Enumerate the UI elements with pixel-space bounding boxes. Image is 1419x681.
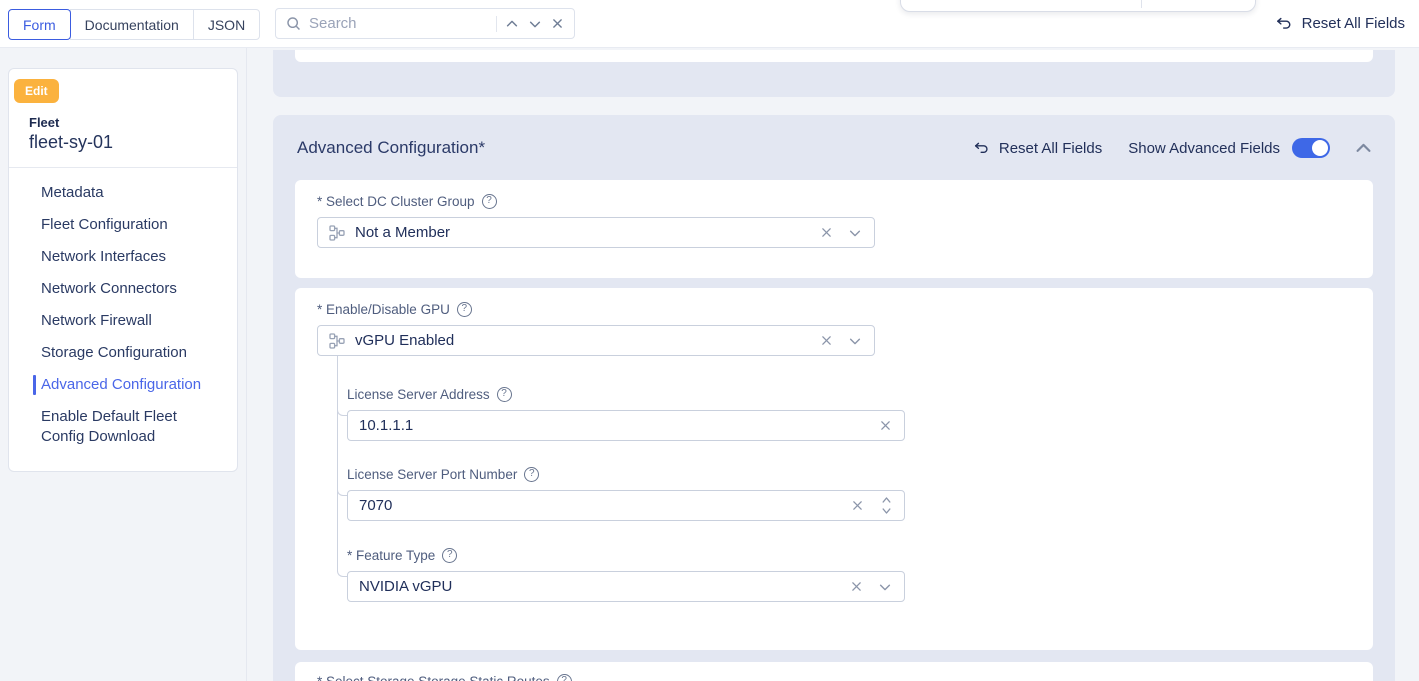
gpu-label: * Enable/Disable GPU ?	[317, 302, 472, 317]
previous-card-remnant	[295, 50, 1373, 62]
chevron-down-icon[interactable]	[877, 579, 893, 595]
clear-icon[interactable]	[849, 579, 864, 594]
chevron-down-icon[interactable]	[847, 225, 863, 241]
help-icon[interactable]: ?	[457, 302, 472, 317]
section-header-controls: Reset All Fields Show Advanced Fields	[972, 138, 1373, 158]
section-title: Advanced Configuration*	[297, 138, 485, 158]
section-nav: Metadata Fleet Configuration Network Int…	[9, 177, 237, 453]
section-reset-all-fields-button[interactable]: Reset All Fields	[972, 139, 1102, 157]
truncated-popover	[900, 0, 1256, 12]
gpu-card: * Enable/Disable GPU ? vGPU Enabled	[295, 288, 1373, 650]
sidebar-item-network-interfaces[interactable]: Network Interfaces	[9, 241, 237, 273]
help-icon[interactable]: ?	[524, 467, 539, 482]
sidebar-item-fleet-configuration[interactable]: Fleet Configuration	[9, 209, 237, 241]
sidebar-main-divider	[246, 48, 247, 681]
search-box[interactable]	[275, 8, 575, 39]
section-header: Advanced Configuration* Reset All Fields…	[297, 115, 1373, 181]
dc-cluster-group-label: * Select DC Cluster Group ?	[317, 194, 497, 209]
dc-cluster-group-select[interactable]: Not a Member	[317, 217, 875, 248]
previous-section-remnant	[273, 50, 1395, 97]
stepper-down-icon[interactable]	[880, 506, 893, 516]
view-mode-tabs: Form Documentation JSON	[8, 9, 260, 40]
tree-guide-line	[337, 356, 338, 565]
edit-mode-badge: Edit	[14, 79, 59, 103]
help-icon[interactable]: ?	[497, 387, 512, 402]
feature-type-value: NVIDIA vGPU	[359, 578, 839, 595]
tree-elbow	[337, 484, 347, 496]
tree-elbow	[337, 565, 347, 577]
number-stepper	[880, 495, 893, 516]
help-icon[interactable]: ?	[442, 548, 457, 563]
sidebar-item-storage-configuration[interactable]: Storage Configuration	[9, 337, 237, 369]
gpu-value: vGPU Enabled	[355, 332, 809, 349]
search-divider	[496, 16, 497, 32]
clear-icon[interactable]	[819, 333, 834, 348]
tab-json[interactable]: JSON	[193, 9, 260, 40]
chevron-down-icon[interactable]	[847, 333, 863, 349]
sidebar-divider	[9, 167, 237, 168]
close-icon	[551, 17, 564, 30]
advanced-configuration-section: Advanced Configuration* Reset All Fields…	[273, 115, 1395, 681]
reset-all-fields-button[interactable]: Reset All Fields	[1274, 0, 1405, 47]
cluster-icon	[329, 333, 345, 349]
storage-static-routes-card: * Select Storage Storage Static Routes ?	[295, 662, 1373, 681]
license-server-port-input[interactable]	[359, 497, 840, 514]
license-server-port-label: License Server Port Number ?	[347, 467, 539, 482]
sidebar-item-network-firewall[interactable]: Network Firewall	[9, 305, 237, 337]
section-collapse-button[interactable]	[1354, 139, 1373, 158]
stepper-up-icon[interactable]	[880, 495, 893, 505]
sidebar-item-advanced-configuration[interactable]: Advanced Configuration	[9, 369, 237, 401]
storage-static-routes-label: * Select Storage Storage Static Routes ?	[317, 674, 572, 681]
search-next-button[interactable]	[527, 16, 543, 32]
sidebar-item-metadata[interactable]: Metadata	[9, 177, 237, 209]
clear-icon[interactable]	[819, 225, 834, 240]
help-icon[interactable]: ?	[482, 194, 497, 209]
tree-elbow	[337, 404, 347, 416]
tab-documentation[interactable]: Documentation	[70, 9, 194, 40]
entity-type-label: Fleet	[29, 115, 59, 130]
license-server-address-field	[347, 410, 905, 441]
show-advanced-fields-toggle[interactable]	[1292, 138, 1330, 158]
feature-type-select[interactable]: NVIDIA vGPU	[347, 571, 905, 602]
license-server-address-input[interactable]	[359, 417, 868, 434]
gpu-select[interactable]: vGPU Enabled	[317, 325, 875, 356]
license-server-address-label: License Server Address ?	[347, 387, 512, 402]
undo-icon	[1274, 14, 1293, 33]
reset-all-fields-label: Reset All Fields	[1302, 15, 1405, 32]
clear-icon[interactable]	[850, 498, 865, 513]
chevron-up-icon	[1354, 139, 1373, 158]
chevron-down-icon	[528, 17, 542, 31]
search-prev-button[interactable]	[504, 16, 520, 32]
app: Form Documentation JSON	[0, 0, 1419, 681]
search-icon	[285, 15, 302, 32]
search-clear-button[interactable]	[550, 16, 565, 31]
feature-type-label: * Feature Type ?	[347, 548, 457, 563]
required-suffix: *	[478, 138, 485, 157]
undo-icon	[972, 139, 990, 157]
entity-name: fleet-sy-01	[29, 132, 113, 153]
help-icon[interactable]: ?	[557, 674, 572, 681]
tab-form[interactable]: Form	[8, 9, 71, 40]
dc-cluster-group-card: * Select DC Cluster Group ? Not a Member	[295, 180, 1373, 278]
fleet-nav-panel: Edit Fleet fleet-sy-01 Metadata Fleet Co…	[8, 68, 238, 472]
cluster-icon	[329, 225, 345, 241]
content-area: Edit Fleet fleet-sy-01 Metadata Fleet Co…	[0, 48, 1419, 681]
license-server-port-field	[347, 490, 905, 521]
chevron-up-icon	[505, 17, 519, 31]
dc-cluster-group-value: Not a Member	[355, 224, 809, 241]
sidebar-item-enable-default-fleet-config-download[interactable]: Enable Default Fleet Config Download	[9, 401, 237, 453]
show-advanced-fields-label: Show Advanced Fields	[1128, 140, 1280, 157]
clear-icon[interactable]	[878, 418, 893, 433]
top-toolbar: Form Documentation JSON	[0, 0, 1419, 48]
sidebar-item-network-connectors[interactable]: Network Connectors	[9, 273, 237, 305]
toggle-knob	[1312, 140, 1328, 156]
search-input[interactable]	[309, 15, 489, 32]
section-reset-label: Reset All Fields	[999, 140, 1102, 157]
